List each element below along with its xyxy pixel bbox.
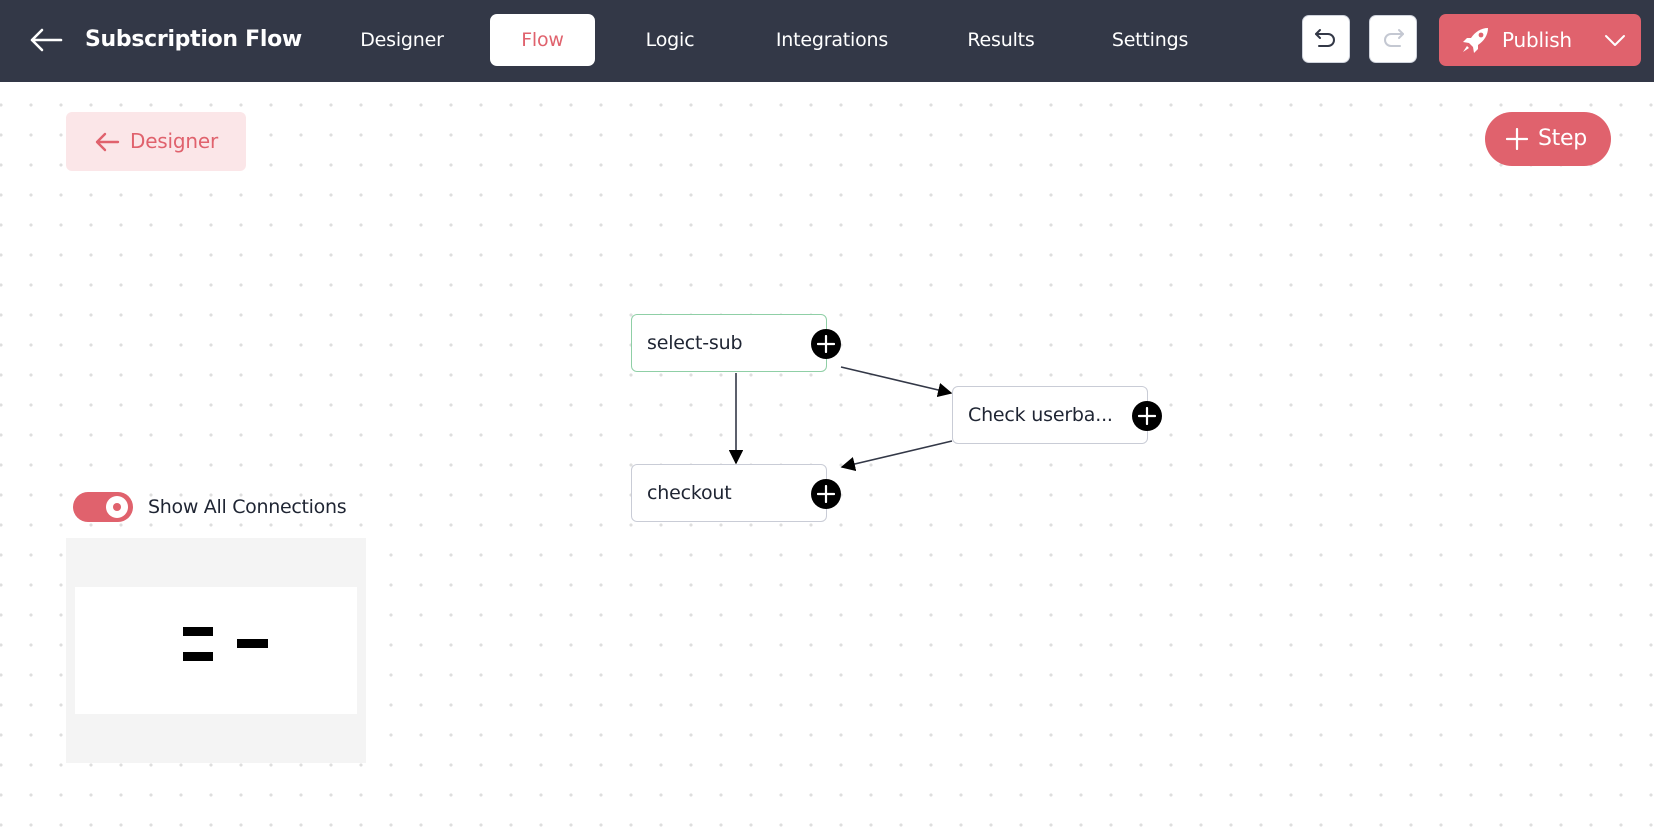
node-label: select-sub — [647, 332, 743, 354]
node-label: Check userba... — [968, 404, 1113, 426]
flow-node-select-sub[interactable]: select-sub — [631, 314, 841, 372]
minimap-node-checkout — [183, 652, 213, 661]
edge-check-userbase-to-checkout[interactable] — [840, 440, 953, 472]
show-all-connections-toggle[interactable] — [73, 492, 133, 522]
tab-flow[interactable]: Flow — [490, 14, 595, 66]
add-connection-button[interactable] — [1132, 401, 1162, 431]
plus-icon — [817, 485, 835, 503]
add-step-label: Step — [1538, 126, 1587, 151]
back-to-designer-label: Designer — [130, 129, 218, 153]
top-nav-bar: Subscription Flow Designer Flow Logic In… — [0, 0, 1654, 82]
publish-label: Publish — [1502, 28, 1572, 52]
publish-button[interactable]: Publish — [1439, 14, 1641, 66]
plus-icon — [817, 335, 835, 353]
plus-icon — [1138, 407, 1156, 425]
plus-icon — [1506, 128, 1528, 150]
minimap-node-check-userbase — [237, 639, 268, 648]
edge-select-sub-to-check-userbase[interactable] — [840, 366, 953, 398]
minimap[interactable] — [66, 538, 366, 763]
back-to-designer-button[interactable]: Designer — [66, 112, 246, 171]
rocket-icon — [1463, 28, 1488, 53]
minimap-node-select-sub — [183, 627, 213, 636]
show-all-connections-label: Show All Connections — [148, 496, 347, 518]
add-connection-button[interactable] — [811, 329, 841, 359]
flow-node-checkout[interactable]: checkout — [631, 464, 841, 522]
undo-button[interactable] — [1302, 15, 1350, 63]
tab-results[interactable]: Results — [945, 14, 1057, 66]
back-button[interactable] — [28, 24, 64, 56]
tab-designer[interactable]: Designer — [338, 14, 466, 66]
flow-title: Subscription Flow — [85, 27, 302, 52]
tab-settings[interactable]: Settings — [1090, 14, 1210, 66]
add-connection-button[interactable] — [811, 479, 841, 509]
toggle-knob — [106, 496, 128, 518]
chevron-down-icon[interactable] — [1604, 30, 1626, 50]
tab-logic[interactable]: Logic — [620, 14, 720, 66]
undo-icon — [1315, 29, 1335, 47]
minimap-viewport[interactable] — [75, 587, 357, 714]
flow-node-check-userbase[interactable]: Check userba... — [952, 386, 1162, 444]
redo-icon — [1384, 29, 1404, 47]
redo-button[interactable] — [1369, 15, 1417, 63]
add-step-button[interactable]: Step — [1485, 112, 1611, 166]
tab-integrations[interactable]: Integrations — [752, 14, 912, 66]
arrow-left-icon — [95, 132, 120, 152]
arrow-left-icon — [30, 28, 63, 52]
node-label: checkout — [647, 482, 732, 504]
